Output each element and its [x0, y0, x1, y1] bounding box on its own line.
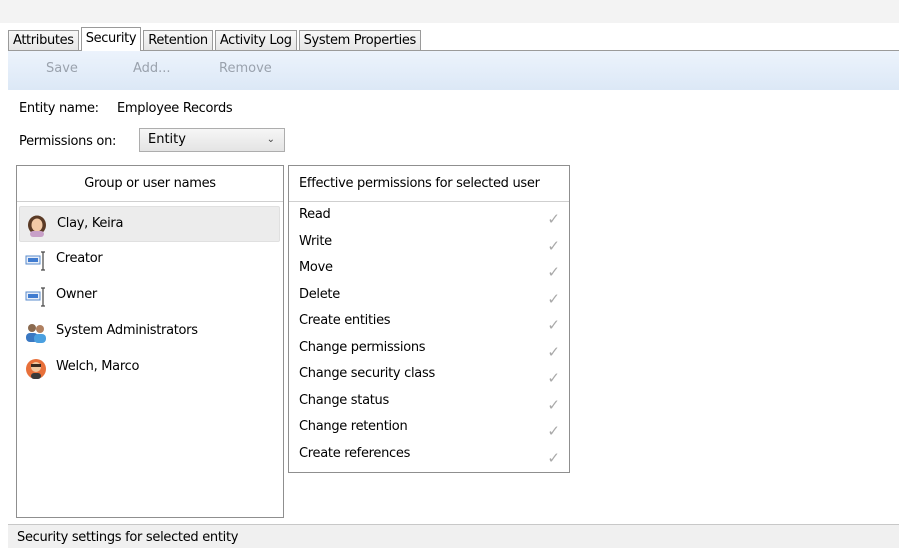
check-icon: ✓ — [547, 448, 560, 467]
user-name: System Administrators — [56, 323, 198, 338]
permission-name: Read — [299, 207, 331, 222]
role-icon — [25, 286, 47, 307]
user-male-icon — [25, 358, 47, 379]
chevron-down-icon: ⌄ — [266, 134, 275, 145]
user-name: Clay, Keira — [57, 216, 124, 231]
user-name: Welch, Marco — [56, 359, 140, 374]
permissions-panel: Effective permissions for selected user … — [288, 165, 570, 473]
tab-activity-log[interactable]: Activity Log — [214, 30, 297, 50]
check-icon: ✓ — [547, 263, 560, 281]
user-row-owner[interactable]: Owner — [19, 278, 280, 314]
user-name: Creator — [56, 251, 103, 266]
permissions-on-value: Entity — [148, 132, 186, 147]
permission-row: Write ✓ — [289, 231, 569, 257]
permission-row: Move ✓ — [289, 257, 569, 283]
group-icon — [25, 322, 47, 343]
status-text: Security settings for selected entity — [17, 530, 239, 545]
check-icon: ✓ — [547, 342, 560, 361]
entity-name-label: Entity name: — [19, 101, 99, 116]
tab-retention[interactable]: Retention — [143, 30, 213, 50]
user-row-system-administrators[interactable]: System Administrators — [19, 314, 280, 350]
permission-name: Delete — [299, 286, 340, 302]
users-panel: Group or user names Clay, Keira Creator — [16, 165, 284, 518]
tab-system-properties[interactable]: System Properties — [298, 30, 421, 50]
user-row-clay-keira[interactable]: Clay, Keira — [19, 206, 280, 242]
check-icon: ✓ — [547, 316, 560, 334]
permission-row: Create entities ✓ — [289, 310, 569, 336]
remove-button[interactable]: Remove — [219, 61, 272, 76]
window-top-band — [0, 0, 899, 23]
permissions-on-label: Permissions on: — [19, 134, 117, 149]
check-icon: ✓ — [547, 422, 560, 440]
check-icon: ✓ — [547, 236, 560, 255]
permission-name: Change security class — [299, 366, 435, 381]
tab-attributes[interactable]: Attributes — [8, 30, 79, 50]
permission-row: Change permissions ✓ — [289, 337, 569, 363]
permission-name: Move — [299, 260, 333, 275]
entity-name-value: Employee Records — [117, 101, 233, 116]
permission-row: Change retention ✓ — [289, 416, 569, 442]
permission-name: Change retention — [299, 419, 408, 434]
permission-name: Change status — [299, 392, 389, 408]
user-row-creator[interactable]: Creator — [19, 242, 280, 278]
status-bar: Security settings for selected entity — [8, 524, 899, 548]
permissions-panel-header: Effective permissions for selected user — [289, 166, 569, 202]
check-icon: ✓ — [547, 369, 560, 387]
check-icon: ✓ — [547, 210, 560, 228]
user-row-welch-marco[interactable]: Welch, Marco — [19, 350, 280, 386]
permission-name: Write — [299, 233, 332, 249]
check-icon: ✓ — [547, 395, 560, 414]
permission-name: Create entities — [299, 313, 391, 328]
check-icon: ✓ — [547, 289, 560, 308]
permissions-on-dropdown[interactable]: Entity ⌄ — [139, 128, 285, 152]
save-button[interactable]: Save — [46, 61, 78, 76]
tab-strip: Attributes Security Retention Activity L… — [8, 27, 423, 51]
toolbar: Save Add... Remove — [8, 51, 899, 90]
permission-row: Change security class ✓ — [289, 363, 569, 389]
permission-row: Create references ✓ — [289, 443, 569, 469]
user-name: Owner — [56, 287, 97, 302]
permission-row: Change status ✓ — [289, 390, 569, 416]
user-female-icon — [26, 215, 48, 237]
permission-name: Create references — [299, 445, 411, 461]
permission-row: Read ✓ — [289, 204, 569, 230]
tab-security[interactable]: Security — [80, 27, 142, 51]
permission-row: Delete ✓ — [289, 284, 569, 310]
permission-name: Change permissions — [299, 339, 426, 355]
users-panel-header: Group or user names — [17, 166, 283, 202]
role-icon — [25, 250, 47, 271]
add-button[interactable]: Add... — [133, 61, 171, 76]
